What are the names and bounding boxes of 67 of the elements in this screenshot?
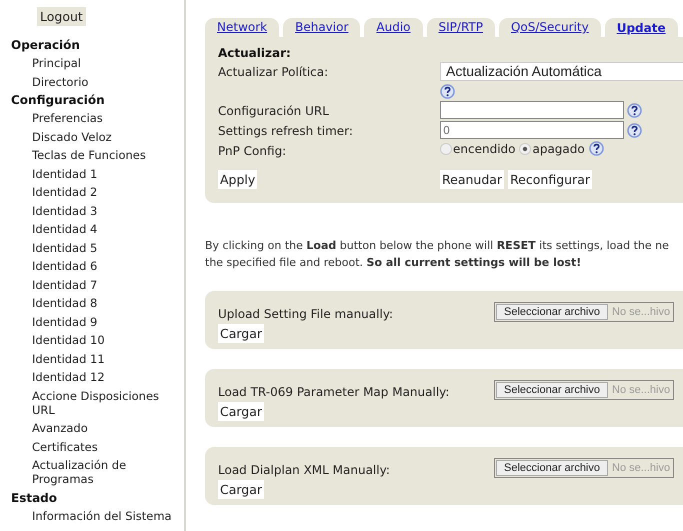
sidebar-item[interactable]: Identidad 3 xyxy=(32,202,98,220)
load-button[interactable]: Cargar xyxy=(218,324,264,343)
action-button[interactable]: Reanudar xyxy=(440,170,504,189)
sidebar-item[interactable]: Identidad 2 xyxy=(32,183,98,202)
radio-button[interactable] xyxy=(519,142,532,154)
tab[interactable]: SIP/RTP xyxy=(426,18,495,37)
file-status: No se...hivo xyxy=(611,462,672,474)
file-status: No se...hivo xyxy=(611,384,672,396)
radio-button[interactable] xyxy=(440,142,452,154)
logout-button[interactable]: Logout xyxy=(37,7,86,26)
field-label: Settings refresh timer: xyxy=(218,123,354,138)
policy-select[interactable]: Actualización Automática xyxy=(440,62,683,81)
load-button[interactable]: Cargar xyxy=(218,480,264,499)
help-icon[interactable] xyxy=(627,102,642,118)
help-icon[interactable] xyxy=(588,141,604,156)
file-input[interactable]: Seleccionar archivo No se...hivo xyxy=(494,458,674,478)
sidebar-item[interactable]: Identidad 1 xyxy=(32,164,98,184)
panel-heading: Actualizar: xyxy=(218,46,292,60)
apply-button[interactable]: Apply xyxy=(218,170,258,189)
choose-file-button[interactable]: Seleccionar archivo xyxy=(496,382,608,398)
section-title: Configuración xyxy=(10,92,106,110)
sidebar-item[interactable]: Principal xyxy=(32,54,82,73)
sidebar-item[interactable]: Avanzado xyxy=(32,419,88,438)
warning-text: By clicking on the Load button below the phone will RESET its settings, load the ne the specified file and reboot. So all current settings will be lost! xyxy=(205,238,670,271)
tab[interactable]: Update xyxy=(604,18,678,37)
sidebar-item[interactable]: Actualización de Programas xyxy=(32,456,178,489)
tab[interactable]: Audio xyxy=(364,18,423,37)
field-label: Configuración URL xyxy=(218,103,330,118)
sidebar-item[interactable]: Identidad 7 xyxy=(32,276,98,294)
text-field[interactable] xyxy=(440,101,624,119)
tab[interactable]: QoS/Security xyxy=(498,18,601,37)
choose-file-button[interactable]: Seleccionar archivo xyxy=(496,460,608,476)
sidebar-item[interactable]: Identidad 11 xyxy=(32,350,105,368)
sidebar-item[interactable]: Identidad 12 xyxy=(32,368,105,387)
sidebar-item[interactable]: Discado Veloz xyxy=(32,128,112,146)
field-label: PnP Config: xyxy=(218,143,288,158)
upload-label: Load Dialplan XML Manually: xyxy=(218,462,391,476)
choose-file-button[interactable]: Seleccionar archivo xyxy=(496,304,608,320)
sidebar-item[interactable]: Identidad 8 xyxy=(32,294,98,313)
load-button[interactable]: Cargar xyxy=(218,402,264,421)
upload-label: Load TR-069 Parameter Map Manually: xyxy=(218,384,450,398)
sidebar-item[interactable]: Teclas de Funciones xyxy=(32,146,146,165)
sidebar-item[interactable]: Identidad 5 xyxy=(32,238,98,258)
sidebar-item[interactable]: Identidad 9 xyxy=(32,312,98,332)
sidebar-item[interactable]: Identidad 6 xyxy=(32,257,98,276)
field-label: Actualizar Política: xyxy=(218,64,330,79)
file-input[interactable]: Seleccionar archivo No se...hivo xyxy=(494,302,674,322)
text-field[interactable]: 0 xyxy=(440,121,624,139)
section-title: Estado xyxy=(10,490,58,507)
sidebar-item[interactable]: Información del Sistema xyxy=(32,507,172,526)
upload-label: Upload Setting File manually: xyxy=(218,306,394,320)
help-icon[interactable] xyxy=(440,84,455,99)
sidebar-item[interactable]: Directorio xyxy=(32,72,88,92)
section-title: Operación xyxy=(10,37,81,54)
sidebar-item[interactable]: Accione Disposiciones URL xyxy=(32,386,178,420)
sidebar-item[interactable]: Identidad 4 xyxy=(32,220,98,239)
help-icon[interactable] xyxy=(627,122,642,138)
sidebar-item[interactable]: Preferencias xyxy=(32,109,103,128)
action-button[interactable]: Reconfigurar xyxy=(508,170,592,189)
radio-label: apagado xyxy=(532,142,585,156)
radio-label: encendido xyxy=(453,142,516,156)
tab[interactable]: Behavior xyxy=(283,18,360,37)
sidebar-item[interactable]: Certificates xyxy=(32,438,98,456)
file-status: No se...hivo xyxy=(611,306,672,318)
sidebar-item[interactable]: Identidad 10 xyxy=(32,331,105,350)
file-input[interactable]: Seleccionar archivo No se...hivo xyxy=(494,380,674,400)
tab[interactable]: Network xyxy=(205,18,280,37)
